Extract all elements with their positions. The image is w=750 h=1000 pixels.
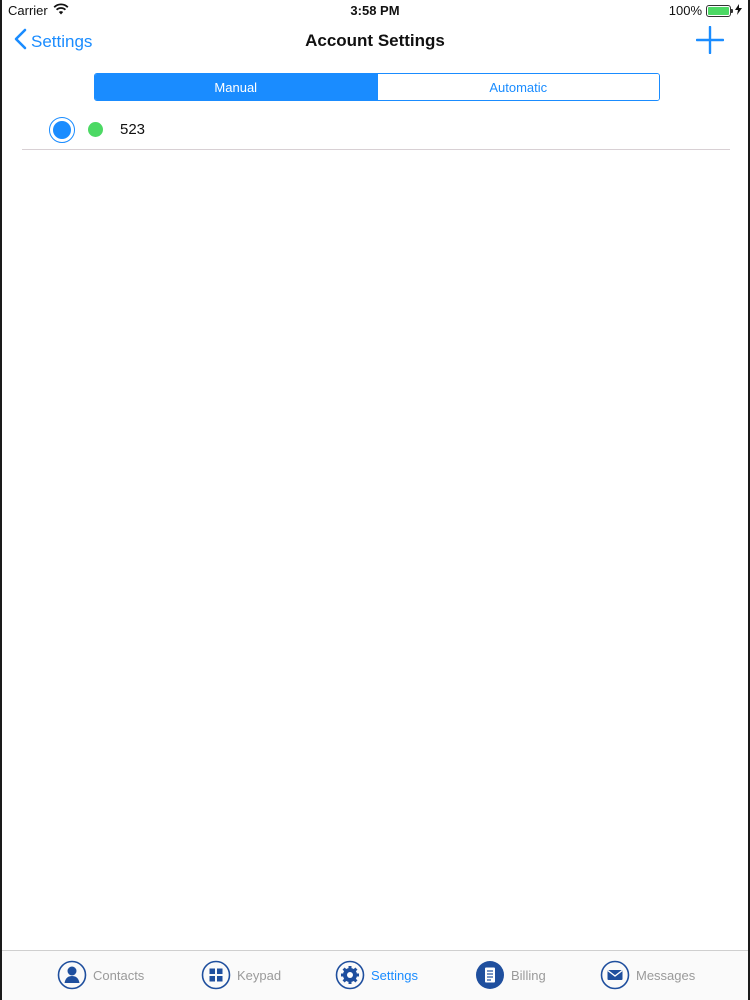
add-button[interactable] — [695, 25, 725, 59]
contacts-icon — [57, 960, 87, 990]
tab-messages[interactable]: Messages — [600, 960, 695, 990]
keypad-icon — [201, 960, 231, 990]
tab-billing[interactable]: Billing — [475, 960, 546, 990]
navigation-bar: Settings Account Settings — [2, 20, 748, 64]
mail-icon — [600, 960, 630, 990]
page-title: Account Settings — [305, 31, 445, 50]
billing-icon — [475, 960, 505, 990]
status-right: 100% — [669, 3, 742, 18]
gear-icon — [335, 960, 365, 990]
radio-selected-indicator — [53, 120, 71, 139]
plus-icon — [695, 25, 725, 58]
tab-settings[interactable]: Settings — [335, 960, 418, 990]
status-time: 3:58 PM — [350, 3, 400, 18]
tab-billing-label: Billing — [511, 967, 546, 983]
battery-percent: 100% — [668, 3, 702, 18]
account-label: 523 — [120, 121, 146, 138]
segment-automatic[interactable]: Automatic — [376, 74, 659, 100]
online-status-dot — [88, 122, 103, 137]
tab-keypad-label: Keypad — [237, 967, 282, 983]
battery-icon — [706, 4, 733, 17]
tab-contacts-label: Contacts — [93, 967, 145, 983]
charging-icon — [735, 3, 742, 18]
tab-messages-label: Messages — [636, 967, 696, 983]
account-row[interactable]: 523 — [22, 110, 730, 150]
tab-keypad[interactable]: Keypad — [201, 960, 281, 990]
tab-contacts[interactable]: Contacts — [57, 960, 144, 990]
screen: Carrier 3:58 PM 100% Settings Account Se… — [0, 0, 750, 1000]
mode-segmented-control: Manual Automatic — [94, 73, 660, 101]
status-bar: Carrier 3:58 PM 100% — [2, 0, 748, 20]
account-radio-button[interactable] — [49, 116, 75, 143]
segment-manual[interactable]: Manual — [95, 74, 377, 100]
tab-settings-label: Settings — [371, 967, 418, 983]
tab-bar: Contacts Keypad Settings Billing Message… — [2, 950, 748, 1000]
